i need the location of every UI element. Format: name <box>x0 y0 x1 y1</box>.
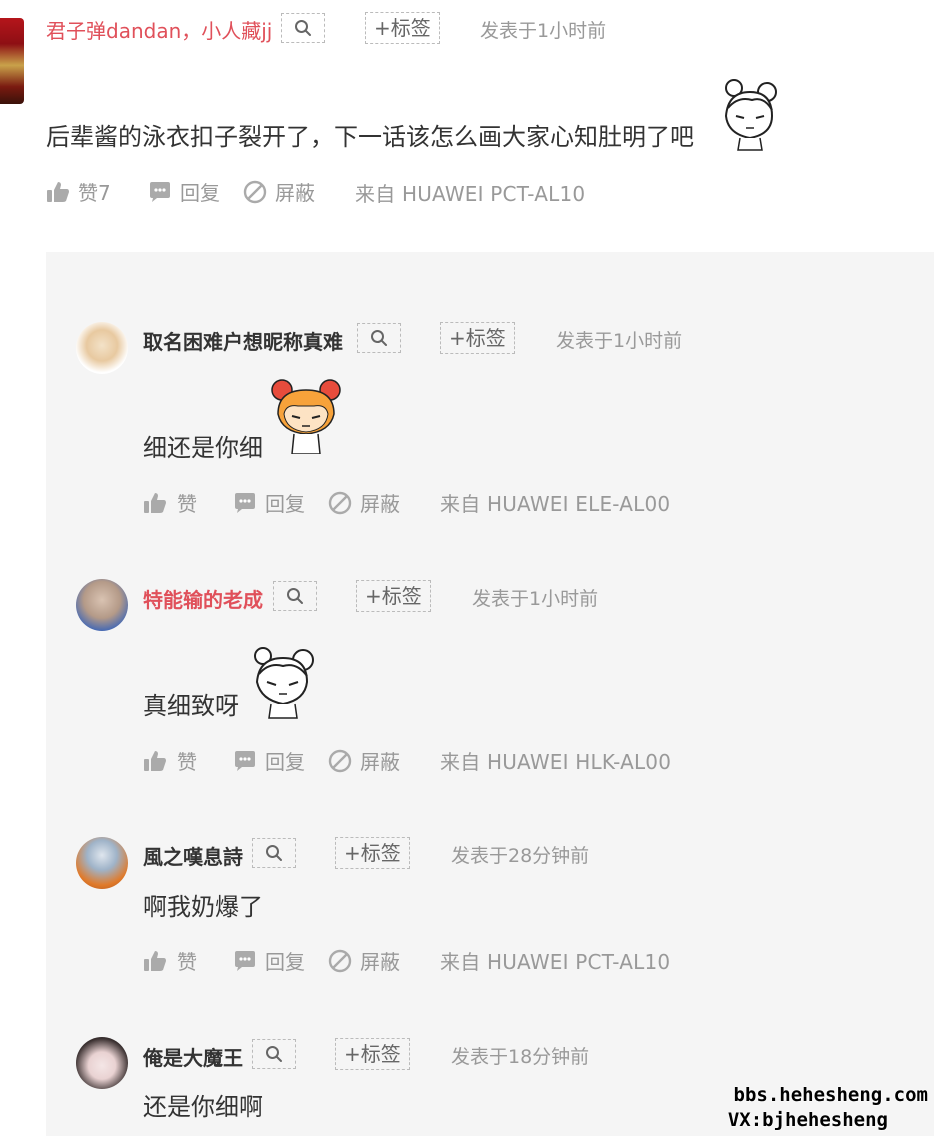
reply-label: 回复 <box>265 950 305 974</box>
reply-3-search-button[interactable] <box>252 838 296 868</box>
reply-3-content: 啊我奶爆了 <box>143 893 263 921</box>
avatar[interactable] <box>76 579 128 631</box>
avatar[interactable] <box>76 837 128 889</box>
block-label: 屏蔽 <box>360 492 400 516</box>
reply-3-like-button[interactable]: 赞 <box>143 946 197 975</box>
reply-2-device: 来自 HUAWEI HLK-AL00 <box>440 750 672 774</box>
reply-4-time: 发表于18分钟前 <box>451 1046 590 1068</box>
reply-1-username[interactable]: 取名困难户想昵称真难 <box>143 326 343 355</box>
sticker-emoticon <box>724 79 777 151</box>
thumbs-up-icon <box>47 181 69 202</box>
sticker-emoticon <box>254 647 314 719</box>
main-post-device: 来自 HUAWEI PCT-AL10 <box>355 182 586 206</box>
main-post-username[interactable]: 君子弹dandan，小人藏jj <box>46 15 272 44</box>
watermark-line-2: VX:bjhehesheng <box>727 1109 888 1131</box>
main-post-content: 后辈酱的泳衣扣子裂开了，下一话该怎么画大家心知肚明了吧 <box>46 123 694 151</box>
main-post-block-button[interactable]: 屏蔽 <box>243 177 315 206</box>
reply-3-device: 来自 HUAWEI PCT-AL10 <box>440 950 671 974</box>
thumbs-up-icon <box>144 492 166 513</box>
search-icon <box>266 845 282 861</box>
main-post-reply-button[interactable]: 回复 <box>148 177 220 206</box>
like-label: 赞 <box>177 492 197 516</box>
reply-1-block-button[interactable]: 屏蔽 <box>328 488 400 517</box>
like-label: 赞 <box>177 750 197 774</box>
reply-2-block-button[interactable]: 屏蔽 <box>328 746 400 775</box>
reply-label: 回复 <box>265 750 305 774</box>
reply-3-time: 发表于28分钟前 <box>451 845 590 867</box>
main-post-search-button[interactable] <box>281 13 325 43</box>
main-post-time: 发表于1小时前 <box>480 20 607 42</box>
block-label: 屏蔽 <box>360 750 400 774</box>
thumbs-up-icon <box>144 950 166 971</box>
reply-label: 回复 <box>180 181 220 205</box>
reply-1-content: 细还是你细 <box>143 434 263 462</box>
reply-4-search-button[interactable] <box>252 1039 296 1069</box>
reply-2-reply-button[interactable]: 回复 <box>233 746 305 775</box>
reply-4-username[interactable]: 俺是大魔王 <box>143 1042 243 1071</box>
block-icon <box>328 491 352 514</box>
comment-icon <box>235 950 255 971</box>
reply-3-reply-button[interactable]: 回复 <box>233 946 305 975</box>
like-count-label: 赞7 <box>78 181 111 205</box>
reply-2-tag-button[interactable]: +标签 <box>356 580 431 612</box>
reply-1-search-button[interactable] <box>357 323 401 353</box>
reply-2-username[interactable]: 特能输的老成 <box>143 584 263 613</box>
reply-4-tag-button[interactable]: +标签 <box>335 1038 410 1070</box>
sticker-emoticon <box>271 379 341 454</box>
main-post-like-button[interactable]: 赞7 <box>46 177 111 206</box>
reply-2-search-button[interactable] <box>273 581 317 611</box>
search-icon <box>266 1046 282 1062</box>
reply-3-block-button[interactable]: 屏蔽 <box>328 946 400 975</box>
reply-1-time: 发表于1小时前 <box>556 330 683 352</box>
reply-1-like-button[interactable]: 赞 <box>143 488 197 517</box>
avatar[interactable] <box>76 1037 128 1089</box>
reply-label: 回复 <box>265 492 305 516</box>
reply-1-tag-button[interactable]: +标签 <box>440 322 515 354</box>
search-icon <box>371 330 387 346</box>
reply-3-tag-button[interactable]: +标签 <box>335 837 410 869</box>
main-post-avatar[interactable] <box>0 18 24 104</box>
watermark-line-1: bbs.hehesheng.com <box>733 1084 928 1106</box>
reply-2-content: 真细致呀 <box>143 692 239 720</box>
thumbs-up-icon <box>144 750 166 771</box>
reply-3-username[interactable]: 風之嘆息詩 <box>143 841 243 870</box>
reply-1-reply-button[interactable]: 回复 <box>233 488 305 517</box>
comment-icon <box>235 492 255 513</box>
like-label: 赞 <box>177 950 197 974</box>
block-label: 屏蔽 <box>275 181 315 205</box>
reply-2-time: 发表于1小时前 <box>472 588 599 610</box>
block-icon <box>328 949 352 972</box>
avatar[interactable] <box>76 322 128 374</box>
main-post-tag-button[interactable]: +标签 <box>365 12 440 44</box>
search-icon <box>295 20 311 36</box>
block-icon <box>243 180 267 203</box>
block-icon <box>328 749 352 772</box>
block-label: 屏蔽 <box>360 950 400 974</box>
comment-icon <box>235 750 255 771</box>
reply-2-like-button[interactable]: 赞 <box>143 746 197 775</box>
reply-1-device: 来自 HUAWEI ELE-AL00 <box>440 492 671 516</box>
reply-4-content: 还是你细啊 <box>143 1093 263 1121</box>
search-icon <box>287 588 303 604</box>
comment-icon <box>150 181 170 202</box>
